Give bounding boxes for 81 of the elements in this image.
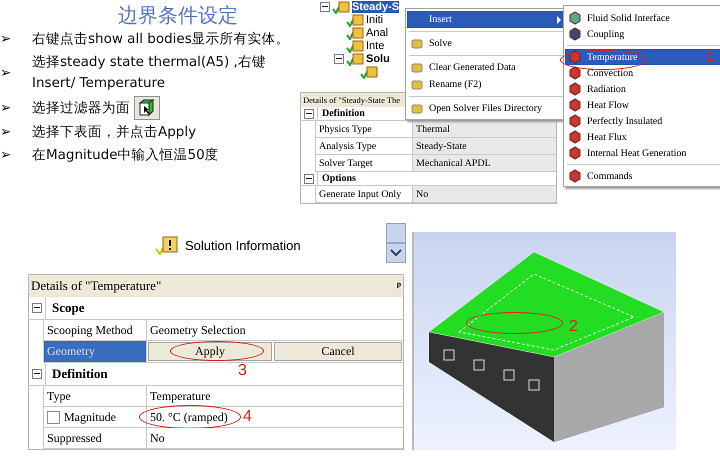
- cube-icon: [568, 169, 582, 183]
- expander-icon[interactable]: [320, 2, 330, 12]
- tree-item[interactable]: Inte: [366, 40, 384, 52]
- collapse-icon[interactable]: [304, 108, 314, 118]
- menu-item[interactable]: Solve: [407, 35, 565, 52]
- expander-icon[interactable]: [334, 54, 344, 64]
- collapse-icon[interactable]: [32, 369, 42, 379]
- menu-item[interactable]: Insert: [407, 11, 565, 28]
- property-value: Steady-State: [416, 140, 467, 152]
- cube-icon: [568, 146, 582, 160]
- annotation-number: 1: [706, 49, 714, 65]
- cube-icon: [568, 114, 582, 128]
- pin-icon[interactable]: ᵖ: [396, 278, 401, 294]
- folder-check-icon: [346, 38, 364, 52]
- annotation-number: 4: [243, 408, 252, 426]
- bullet-text: 右键点击show all bodies显示所有实体。: [32, 30, 290, 49]
- scrollbar-arrows-icon: [386, 223, 406, 263]
- slide-title: 边界条件设定: [117, 4, 239, 29]
- folder-check-icon: [332, 0, 350, 14]
- info-icon: [155, 235, 179, 255]
- bullet-text: 选择过滤器为面: [32, 98, 130, 118]
- property-name: Magnitude: [64, 410, 116, 424]
- menu-icon: [410, 102, 424, 116]
- group-header: Options: [317, 172, 556, 185]
- menu-icon: [410, 60, 424, 74]
- bullet-text: 选择下表面，并点击Apply: [32, 123, 196, 142]
- property-value: No: [416, 188, 428, 200]
- cube-icon: [568, 98, 582, 112]
- bullet-marker: ➢: [0, 146, 12, 165]
- menu-item[interactable]: Heat Flux: [565, 129, 720, 145]
- panel-title: Details of "Temperature": [31, 278, 162, 294]
- tree-item[interactable]: Solu: [366, 52, 390, 64]
- menu-item[interactable]: Commands: [565, 168, 720, 184]
- menu-item[interactable]: Radiation: [565, 81, 720, 97]
- tree-item[interactable]: Anal: [366, 26, 388, 38]
- bullet-marker: ➢: [0, 64, 12, 82]
- folder-check-icon: [346, 12, 364, 26]
- collapse-icon[interactable]: [304, 174, 314, 184]
- annotation-number: 3: [238, 362, 247, 380]
- cube-icon: [568, 50, 582, 64]
- property-value: Thermal: [416, 124, 450, 134]
- menu-item[interactable]: Perfectly Insulated: [565, 113, 720, 129]
- tree-item[interactable]: Steady-S: [352, 0, 400, 12]
- bullet-marker: ➢: [0, 30, 12, 49]
- bullet-text: 选择steady state thermal(A5) ,右键Insert/ Temperature: [32, 53, 267, 93]
- menu-item[interactable]: Internal Heat Generation: [565, 145, 720, 161]
- face-filter-icon: [134, 96, 160, 120]
- tree-item[interactable]: Initi: [366, 14, 384, 26]
- cube-icon: [568, 82, 582, 96]
- property-value: Geometry Selection: [150, 322, 246, 338]
- collapse-icon[interactable]: [32, 303, 42, 313]
- property-value: No: [150, 430, 165, 446]
- cube-icon: [568, 11, 582, 25]
- bullet-text: 在Magnitude中输入恒温50度: [32, 146, 219, 165]
- cube-icon: [568, 130, 582, 144]
- menu-item[interactable]: Convection: [565, 65, 720, 81]
- action-button[interactable]: Apply: [148, 342, 272, 361]
- menu-item[interactable]: Fluid Solid Interface: [565, 10, 720, 26]
- menu-icon: [410, 36, 424, 50]
- property-label: Geometry: [43, 341, 147, 362]
- menu-item[interactable]: Clear Generated Data: [407, 59, 565, 76]
- folder-check-icon: [346, 52, 364, 66]
- folder-check-icon: [346, 26, 364, 40]
- folder-check-icon[interactable]: [360, 64, 378, 78]
- checkbox[interactable]: [47, 410, 60, 424]
- action-button[interactable]: Cancel: [274, 342, 402, 361]
- bullet-marker: ➢: [0, 123, 12, 142]
- tree-item[interactable]: Solution Information: [185, 238, 301, 252]
- menu-item[interactable]: Coupling: [565, 26, 720, 42]
- cube-icon: [568, 27, 582, 41]
- menu-icon: [410, 78, 424, 92]
- panel-title: Details of "Steady-State The: [303, 95, 400, 105]
- menu-item[interactable]: Heat Flow: [565, 97, 720, 113]
- property-value: 50. °C (ramped): [150, 410, 228, 424]
- property-value: Mechanical APDL: [416, 158, 491, 168]
- property-value: Temperature: [150, 388, 210, 404]
- menu-item[interactable]: Rename (F2): [407, 76, 565, 93]
- group-header: Scope: [45, 297, 403, 319]
- bullet-marker: ➢: [0, 98, 12, 118]
- menu-item[interactable]: Temperature 1: [565, 49, 720, 65]
- annotation-number: 2: [569, 318, 578, 336]
